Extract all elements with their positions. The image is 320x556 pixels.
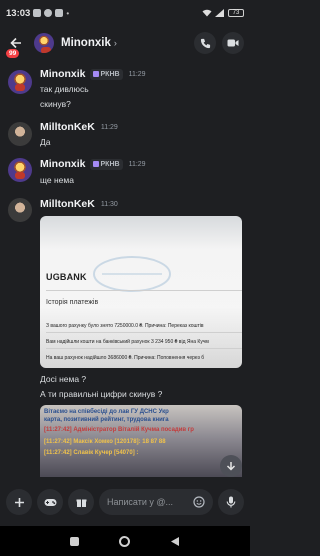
gift-button[interactable] bbox=[68, 489, 94, 515]
username[interactable]: MilltonKeK bbox=[40, 198, 95, 210]
add-attachment-button[interactable] bbox=[6, 489, 32, 515]
username[interactable]: MilltonKeK bbox=[40, 121, 95, 133]
status-time: 13:03 bbox=[6, 7, 31, 19]
image-text: [11:27:42] Максік Хомко [120178]: 18 87 … bbox=[44, 439, 166, 445]
divider bbox=[46, 290, 242, 291]
unread-badge: 99 bbox=[5, 48, 21, 59]
image-text: [11:27:42] Адміністратор Віталій Кучма п… bbox=[44, 427, 194, 433]
voice-call-button[interactable] bbox=[194, 32, 216, 54]
image-attachment[interactable]: Вітаємо на співбесіді до лав ГУ ДСНС Укр… bbox=[40, 405, 242, 477]
notification-icon bbox=[33, 9, 42, 17]
badge-icon bbox=[92, 71, 99, 77]
video-camera-icon bbox=[227, 39, 239, 47]
message-text: Да bbox=[40, 137, 51, 147]
status-bar: 13:03 • 73 bbox=[0, 0, 250, 26]
message-text: так дивлюсь bbox=[40, 84, 89, 94]
username[interactable]: Minonxik bbox=[40, 68, 86, 80]
avatar[interactable] bbox=[8, 158, 32, 182]
history-heading: Історія платежів bbox=[46, 299, 99, 306]
gift-icon bbox=[76, 499, 86, 507]
arrow-down-icon bbox=[226, 462, 236, 471]
wifi-icon bbox=[202, 9, 212, 17]
timestamp: 11:29 bbox=[128, 70, 146, 78]
watermark-logo bbox=[93, 256, 171, 292]
phone-icon bbox=[200, 38, 210, 48]
transaction-row: Вам надійшли кошти на банківський рахуно… bbox=[46, 339, 209, 345]
image-text: Вітаємо на співбесіді до лав ГУ ДСНС Укр bbox=[44, 409, 169, 415]
emoji-icon[interactable] bbox=[193, 496, 205, 508]
avatar[interactable] bbox=[8, 70, 32, 94]
transaction-row: З вашого рахунку було знято 7250000.0 ₴.… bbox=[46, 323, 204, 329]
avatar[interactable] bbox=[8, 198, 32, 222]
timestamp: 11:29 bbox=[100, 123, 118, 131]
message-input[interactable]: Написати у @... bbox=[99, 489, 213, 515]
message-input-placeholder: Написати у @... bbox=[107, 497, 174, 507]
image-text: карта, позитивний рейтинг, трудова книга bbox=[44, 417, 169, 423]
battery-icon: 73 bbox=[228, 9, 244, 17]
message-text: Досі нема ? bbox=[40, 374, 87, 384]
chevron-right-icon[interactable]: › bbox=[114, 38, 117, 48]
notification-icon bbox=[55, 9, 64, 17]
role-badge: РКНВ bbox=[89, 68, 123, 80]
message-text: ще нема bbox=[40, 175, 74, 185]
bank-name: UGBANK bbox=[46, 272, 87, 282]
video-call-button[interactable] bbox=[222, 32, 244, 54]
system-navigation-bar bbox=[0, 526, 250, 556]
avatar[interactable] bbox=[34, 33, 54, 53]
username[interactable]: Minonxik bbox=[40, 158, 86, 170]
avatar[interactable] bbox=[8, 122, 32, 146]
divider bbox=[46, 332, 242, 333]
message-composer: Написати у @... bbox=[0, 480, 250, 524]
voice-message-button[interactable] bbox=[218, 489, 244, 515]
signal-icon bbox=[215, 9, 224, 17]
badge-icon bbox=[92, 161, 99, 167]
image-text: [11:27:42] Славік Кучер [54070] : bbox=[44, 450, 139, 456]
channel-title[interactable]: Minonxik bbox=[61, 37, 111, 49]
activities-button[interactable] bbox=[37, 489, 63, 515]
gamepad-icon bbox=[44, 498, 56, 506]
transaction-row: На ваш рахунок надійшло 3686000 ₴. Причи… bbox=[46, 355, 205, 361]
badge-label: РКНВ bbox=[100, 160, 120, 168]
timestamp: 11:29 bbox=[128, 160, 146, 168]
home-icon[interactable] bbox=[119, 535, 130, 547]
recent-apps-icon[interactable] bbox=[70, 536, 79, 546]
timestamp: 11:30 bbox=[100, 200, 118, 208]
message-text: скинув? bbox=[40, 99, 71, 109]
channel-header: 99 Minonxik › bbox=[0, 26, 250, 60]
telegram-icon bbox=[44, 9, 53, 17]
plus-icon bbox=[14, 497, 24, 507]
badge-label: РКНВ bbox=[100, 70, 120, 78]
jump-to-bottom-button[interactable] bbox=[220, 455, 242, 477]
role-badge: РКНВ bbox=[89, 158, 123, 170]
divider bbox=[46, 348, 242, 349]
message-text: А ти правильні цифри скинув ? bbox=[40, 389, 163, 399]
more-dot-icon: • bbox=[66, 8, 70, 18]
microphone-icon bbox=[226, 496, 236, 508]
image-attachment[interactable]: UGBANK Історія платежів З вашого рахунку… bbox=[40, 216, 242, 368]
back-triangle-icon[interactable] bbox=[170, 536, 180, 547]
